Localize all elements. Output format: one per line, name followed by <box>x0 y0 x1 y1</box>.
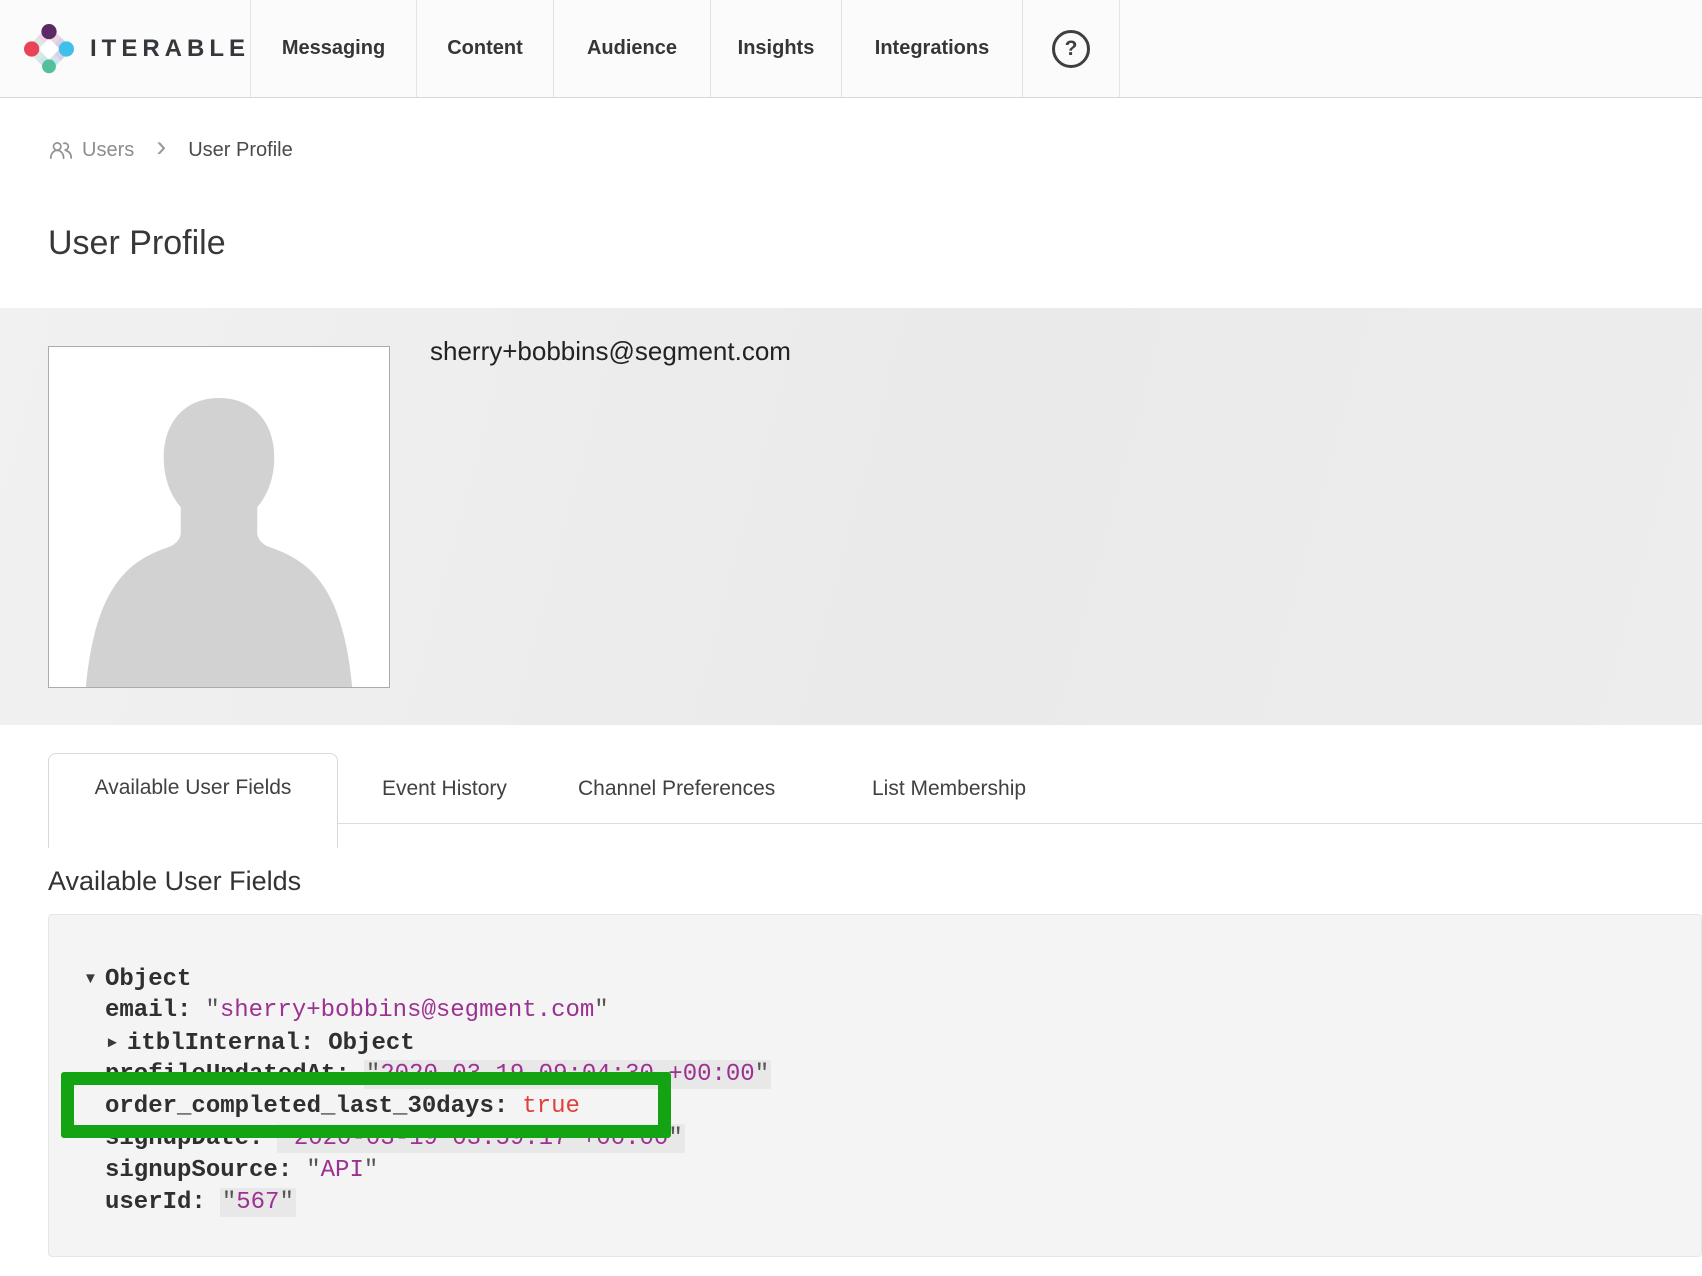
help-icon: ? <box>1052 30 1090 68</box>
chevron-right-icon: › <box>148 137 174 163</box>
tab-available-user-fields[interactable]: Available User Fields <box>48 753 338 848</box>
field-row-signupdate: signupDate:"2020-03-19 03:59:17 +00:00" <box>49 1123 1701 1155</box>
field-row-userid: userId:"567" <box>49 1187 1701 1219</box>
field-row-itblinternal: ►itblInternal:Object <box>49 1027 1701 1059</box>
nav-item-insights[interactable]: Insights <box>710 0 841 97</box>
users-icon <box>48 139 74 161</box>
nav-item-label: Content <box>447 37 523 60</box>
help-button[interactable]: ? <box>1022 0 1120 97</box>
tab-label: Channel Preferences <box>578 777 775 800</box>
tab-label: List Membership <box>872 777 1026 800</box>
field-row-signupsource: signupSource:"API" <box>49 1155 1701 1187</box>
collapse-toggle-icon[interactable]: ▼ <box>83 963 105 995</box>
section-heading: Available User Fields <box>48 864 1702 898</box>
top-navbar: ITERABLE Messaging Content Audience Insi… <box>0 0 1702 98</box>
page-title: User Profile <box>48 223 1702 263</box>
nav-item-content[interactable]: Content <box>416 0 553 97</box>
expand-toggle-icon[interactable]: ► <box>105 1027 127 1059</box>
tab-label: Event History <box>382 777 507 800</box>
profile-tabs: Available User Fields Event History Chan… <box>0 753 1702 848</box>
nav-item-label: Messaging <box>282 37 385 60</box>
user-fields-json-panel: ▼Object email:"sherry+bobbins@segment.co… <box>48 914 1702 1257</box>
tab-label: Available User Fields <box>95 776 292 848</box>
nav-item-integrations[interactable]: Integrations <box>841 0 1022 97</box>
avatar-silhouette-icon <box>49 347 389 687</box>
breadcrumb-users-link[interactable]: Users <box>48 139 134 162</box>
iterable-logo-icon <box>24 18 74 80</box>
nav-item-messaging[interactable]: Messaging <box>250 0 416 97</box>
tab-channel-preferences[interactable]: Channel Preferences <box>578 777 775 801</box>
avatar <box>48 346 390 688</box>
brand-wordmark: ITERABLE <box>90 35 250 63</box>
profile-hero: sherry+bobbins@segment.com <box>0 308 1702 725</box>
tree-root-label: Object <box>105 966 191 993</box>
breadcrumb: Users › User Profile <box>48 135 1702 165</box>
tab-list-membership[interactable]: List Membership <box>872 777 1026 801</box>
tree-root-row: ▼Object <box>49 963 1701 995</box>
nav-item-label: Integrations <box>875 37 989 60</box>
field-row-profileupdatedat: profileUpdatedAt:"2020-03-19 09:04:30 +0… <box>49 1059 1701 1091</box>
user-email: sherry+bobbins@segment.com <box>430 336 791 367</box>
iterable-logo[interactable]: ITERABLE <box>0 0 250 97</box>
nav-item-label: Insights <box>738 37 815 60</box>
field-row-email: email:"sherry+bobbins@segment.com" <box>49 995 1701 1027</box>
tab-event-history[interactable]: Event History <box>382 777 507 801</box>
breadcrumb-current: User Profile <box>188 139 292 162</box>
breadcrumb-users-label: Users <box>82 139 134 162</box>
field-row-order-completed-last-30days: order_completed_last_30days:true <box>49 1091 1701 1123</box>
nav-item-audience[interactable]: Audience <box>553 0 710 97</box>
nav-item-label: Audience <box>587 37 677 60</box>
